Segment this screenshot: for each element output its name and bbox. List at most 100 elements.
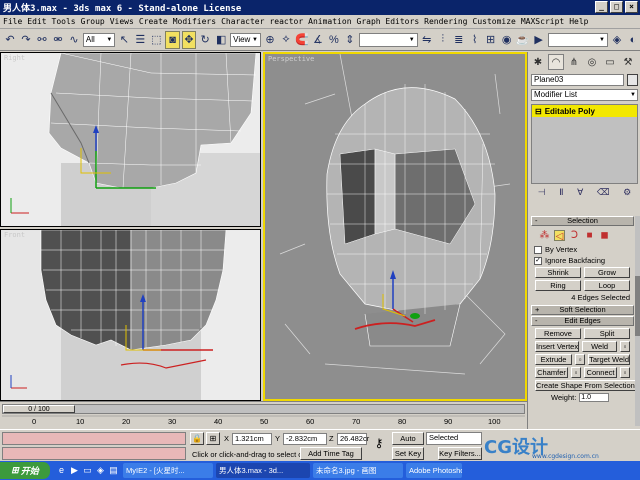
weld-button[interactable]: Weld [582, 341, 617, 352]
command-panel-scrollbar[interactable] [635, 216, 640, 426]
menu-rendering[interactable]: Rendering [424, 17, 467, 26]
create-shape-button[interactable]: Create Shape From Selection [535, 380, 636, 391]
object-name-field[interactable]: Plane03 [531, 74, 624, 86]
selection-rollout-header[interactable]: - Selection [531, 216, 634, 226]
grow-button[interactable]: Grow [584, 267, 630, 278]
add-time-tag-button[interactable]: Add Time Tag [300, 447, 362, 460]
target-weld-button[interactable]: Target Weld [588, 354, 630, 365]
selection-filter-dropdown[interactable]: All ▼ [82, 32, 116, 47]
connect-button[interactable]: Connect [584, 367, 617, 378]
loop-button[interactable]: Loop [584, 280, 630, 291]
remove-button[interactable]: Remove [535, 328, 581, 339]
viewport-label[interactable]: Perspective [268, 55, 314, 63]
menu-help[interactable]: Help [569, 17, 588, 26]
utilities-tab-icon[interactable]: ⚒ [620, 54, 636, 70]
menu-create[interactable]: Create [139, 17, 168, 26]
start-button[interactable]: ⊞ 开始 [0, 462, 50, 479]
split-button[interactable]: Split [584, 328, 630, 339]
ignore-backfacing-checkbox[interactable]: ✓ Ignore Backfacing [531, 255, 634, 266]
extrude-button[interactable]: Extrude [535, 354, 573, 365]
show-end-result-icon[interactable]: Ⅱ [559, 187, 563, 198]
maxscript-listener-mini-output[interactable] [2, 447, 186, 460]
folder-icon[interactable]: ▤ [108, 465, 119, 476]
key-filters-button[interactable]: Key Filters... [438, 447, 482, 460]
percent-snap-icon[interactable]: % [327, 31, 341, 49]
remove-modifier-icon[interactable]: ⌫ [597, 187, 610, 198]
chamfer-settings-button[interactable]: ▫ [571, 367, 581, 378]
undo-icon[interactable]: ↶ [3, 31, 17, 49]
redo-icon[interactable]: ↷ [19, 31, 33, 49]
close-button[interactable]: × [625, 1, 638, 13]
edge-level-icon[interactable]: ◁ [554, 230, 565, 242]
bind-space-warp-icon[interactable]: ∿ [67, 31, 81, 49]
menu-file[interactable]: File [3, 17, 22, 26]
layer-manager-icon[interactable]: ≣ [452, 31, 466, 49]
select-link-icon[interactable]: ⚯ [35, 31, 49, 49]
minimize-button[interactable]: _ [595, 1, 608, 13]
create-tab-icon[interactable]: ✱ [530, 54, 546, 70]
rectangular-selection-icon[interactable]: ⬚ [149, 31, 163, 49]
viewport-label[interactable]: Front [4, 231, 25, 239]
absolute-mode-icon[interactable]: ⊞ [206, 432, 220, 445]
scrollbar-thumb[interactable] [635, 276, 640, 336]
select-manipulate-icon[interactable]: ⟡ [279, 31, 293, 49]
pin-stack-icon[interactable]: ⊣ [538, 187, 546, 198]
taskbar-item-photoshop[interactable]: Adobe Photoshop [406, 463, 462, 478]
menu-modifiers[interactable]: Modifiers [173, 17, 216, 26]
material-editor-icon[interactable]: ◉ [500, 31, 514, 49]
by-vertex-checkbox[interactable]: By Vertex [531, 244, 634, 255]
align-icon[interactable]: ⫶ [436, 31, 450, 49]
mirror-icon[interactable]: ⇋ [420, 31, 434, 49]
app-icon[interactable]: ◈ [95, 465, 106, 476]
chamfer-button[interactable]: Chamfer [535, 367, 568, 378]
reference-coordinate-dropdown[interactable]: View ▼ [230, 32, 261, 47]
expand-icon[interactable]: ⊟ [535, 107, 542, 116]
menu-animation[interactable]: Animation [308, 17, 351, 26]
taskbar-item-3dsmax[interactable]: 男人体3.max - 3d... [216, 463, 310, 478]
selection-set-dropdown[interactable]: Selected [426, 432, 482, 445]
motion-tab-icon[interactable]: ◎ [584, 54, 600, 70]
perspective-viewport[interactable]: Perspective [263, 52, 527, 401]
media-icon[interactable]: ▶ [69, 465, 80, 476]
active-shade-icon[interactable]: ◐ [626, 31, 640, 49]
menu-tools[interactable]: Tools [52, 17, 76, 26]
taskbar-item-myie2[interactable]: MyIE2 - [火星时... [123, 463, 213, 478]
selection-lock-icon[interactable]: 🔒 [190, 432, 204, 445]
set-key-button[interactable]: Set Key [392, 447, 424, 460]
modifier-list-dropdown[interactable]: Modifier List ▼ [531, 89, 638, 101]
hierarchy-tab-icon[interactable]: ⋔ [566, 54, 582, 70]
snap-toggle-icon[interactable]: 🧲 [295, 31, 309, 49]
pivot-center-icon[interactable]: ⊕ [263, 31, 277, 49]
named-selection-dropdown[interactable]: ▼ [358, 32, 418, 47]
front-viewport[interactable]: Front [0, 229, 261, 401]
menu-group[interactable]: Group [81, 17, 105, 26]
spinner-snap-icon[interactable]: ⇕ [343, 31, 357, 49]
menu-customize[interactable]: Customize [473, 17, 516, 26]
x-coordinate-input[interactable]: 1.321cm [232, 433, 272, 445]
angle-snap-icon[interactable]: ∡ [311, 31, 325, 49]
polygon-level-icon[interactable]: ■ [584, 230, 595, 241]
z-coordinate-input[interactable]: 26.482cr [337, 433, 369, 445]
weight-input[interactable]: 1.0 [579, 393, 610, 402]
window-crossing-icon[interactable]: ◙ [165, 30, 180, 49]
extrude-settings-button[interactable]: ▫ [575, 354, 586, 365]
object-color-swatch[interactable] [627, 74, 638, 86]
menu-edit[interactable]: Edit [27, 17, 46, 26]
select-and-scale-icon[interactable]: ◧ [214, 31, 228, 49]
make-unique-icon[interactable]: ∀ [577, 187, 583, 198]
display-tab-icon[interactable]: ▭ [602, 54, 618, 70]
viewport-label[interactable]: Right [4, 54, 25, 62]
configure-modifiers-icon[interactable]: ⚙ [623, 187, 631, 198]
select-and-move-icon[interactable]: ✥ [181, 30, 197, 49]
unlink-icon[interactable]: ⚮ [51, 31, 65, 49]
soft-selection-rollout-header[interactable]: + Soft Selection [531, 305, 634, 315]
menu-maxscript[interactable]: MAXScript [521, 17, 564, 26]
menu-character[interactable]: Character [221, 17, 264, 26]
y-coordinate-input[interactable]: -2.832cm [283, 433, 327, 445]
menu-reactor[interactable]: reactor [269, 17, 303, 26]
key-mode-icon[interactable]: ⚷ [370, 437, 388, 451]
time-slider-thumb[interactable]: 0 / 100 [3, 405, 75, 413]
schematic-view-icon[interactable]: ⊞ [484, 31, 498, 49]
render-type-dropdown[interactable]: ▼ [547, 32, 608, 47]
maxscript-listener-mini[interactable] [2, 432, 186, 445]
